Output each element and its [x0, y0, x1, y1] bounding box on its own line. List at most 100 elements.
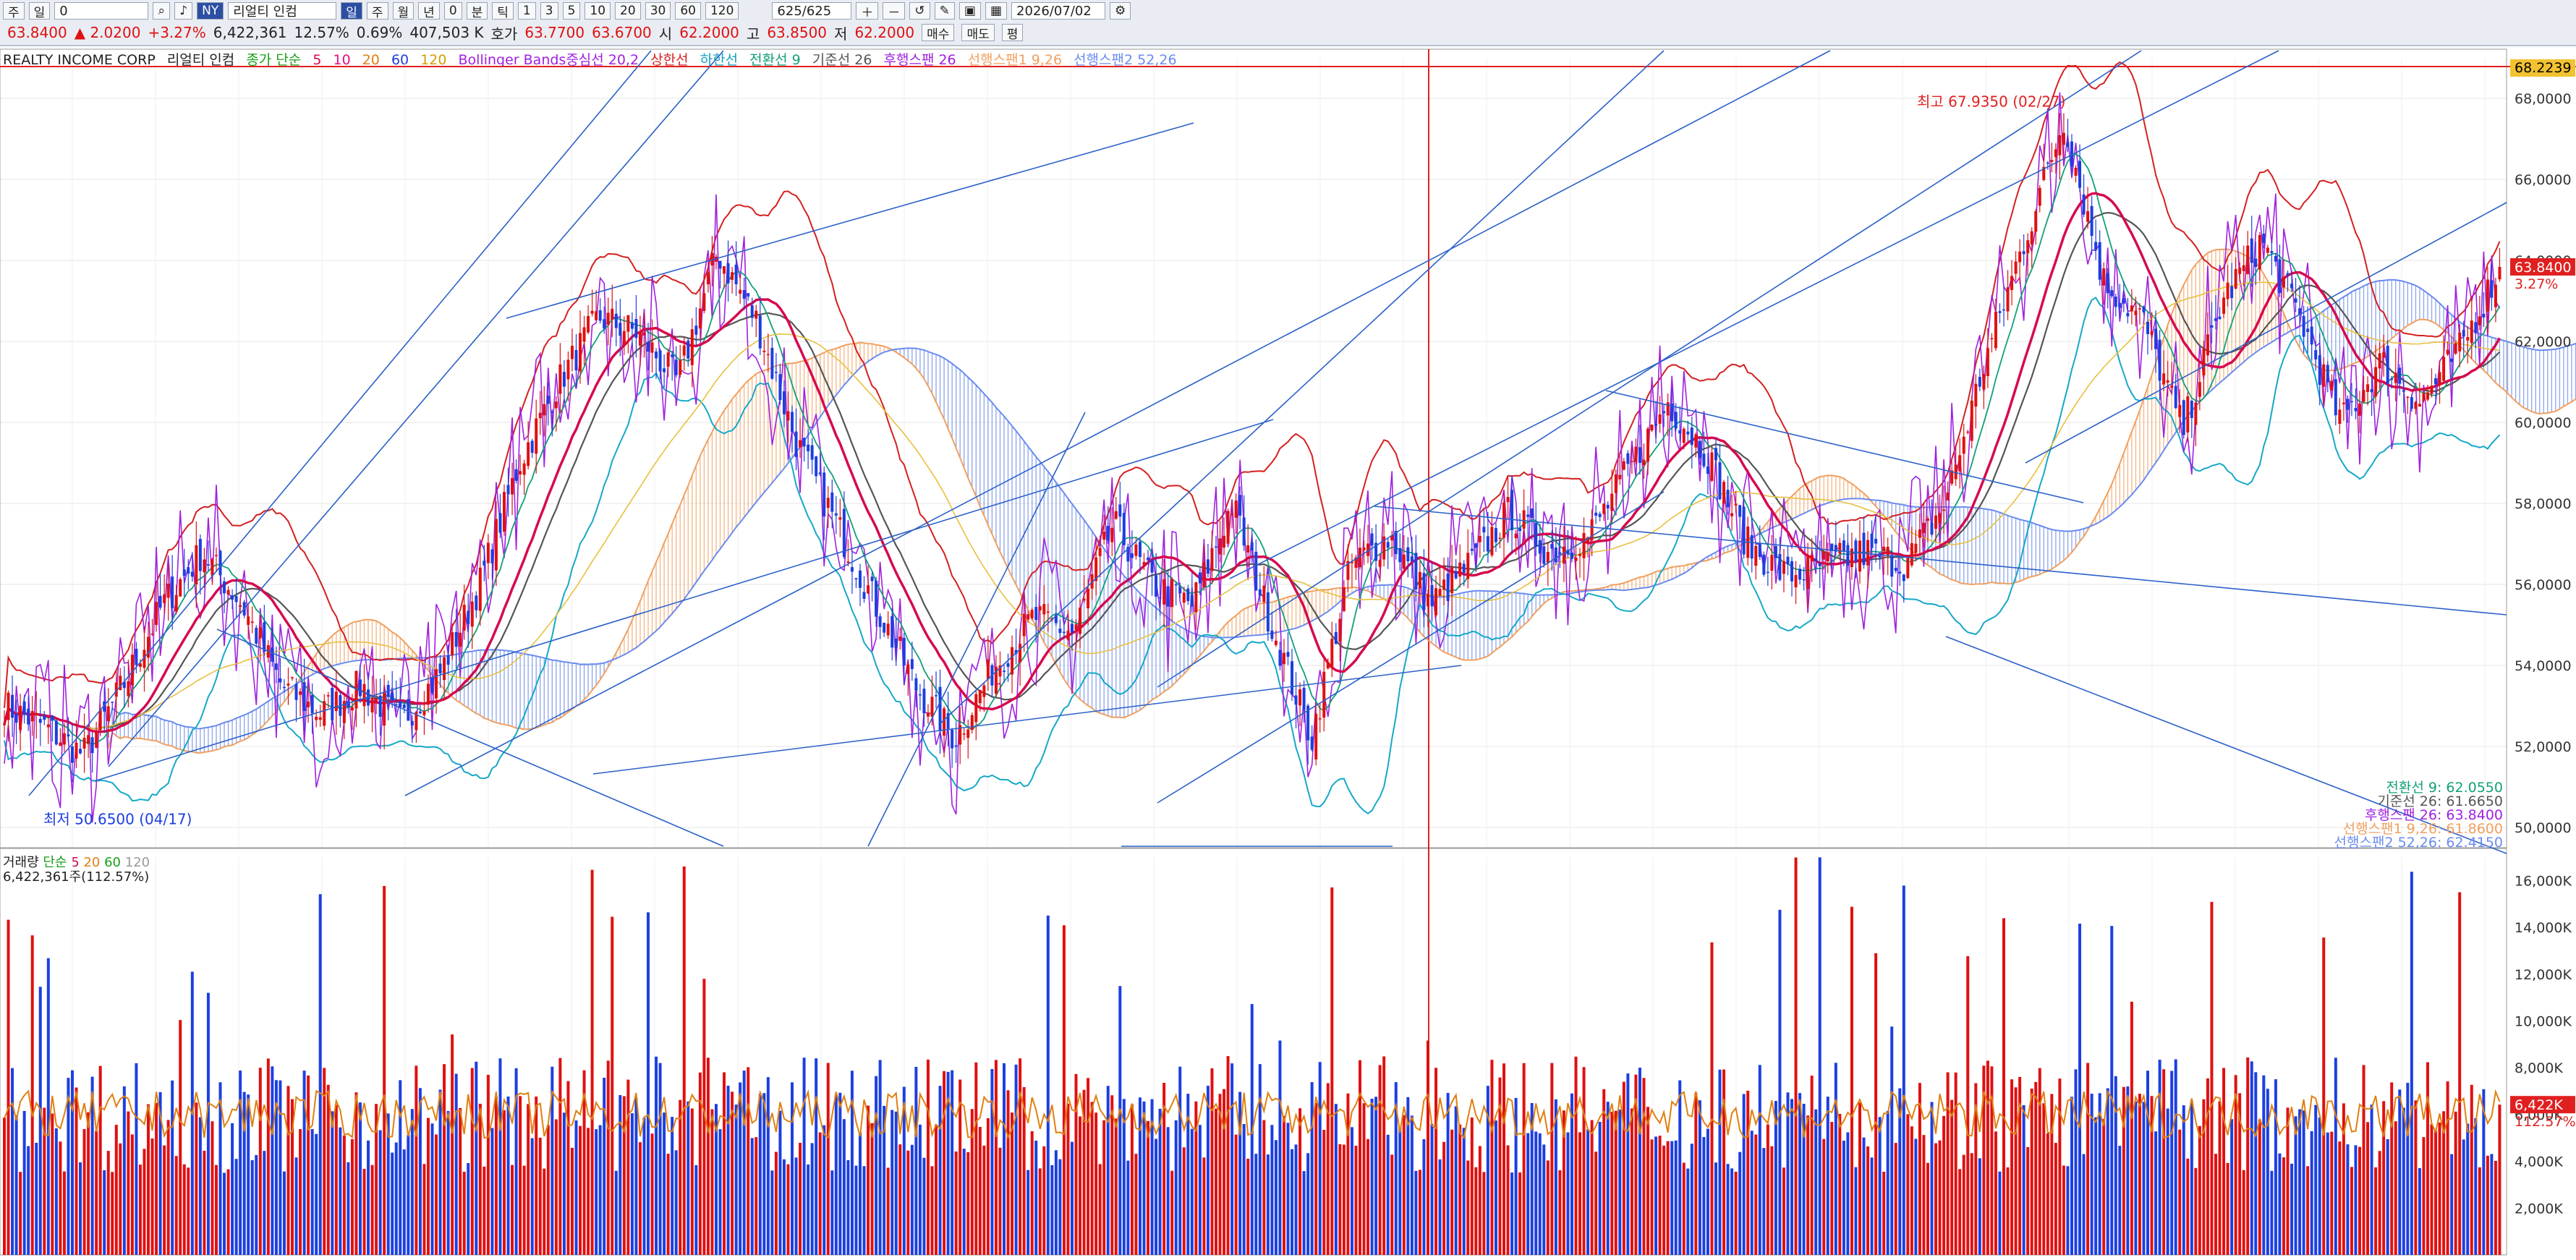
volume-bar [1182, 1147, 1186, 1255]
volume-bar [619, 1095, 622, 1255]
candle-body [2410, 397, 2413, 409]
candle-body [422, 711, 426, 715]
volume-bar [2034, 1081, 2038, 1255]
volume-bar [519, 1096, 522, 1255]
volume-bar [2086, 1063, 2090, 1255]
candle-body [223, 581, 226, 594]
candle-body [2454, 343, 2457, 354]
candle-body [1734, 503, 1738, 506]
volume-bar [1042, 1146, 1046, 1255]
volume-bar [1246, 1158, 1250, 1255]
volume-bar [2470, 1084, 2473, 1255]
volume-bar [422, 1164, 426, 1255]
candle-body [962, 733, 966, 735]
volume-bar [802, 1057, 806, 1255]
volume-bar [1574, 1056, 1578, 1255]
volume-bar [1446, 1092, 1450, 1255]
candle-body [622, 331, 626, 346]
candle-body [762, 350, 766, 352]
candle-body [1062, 631, 1066, 634]
volume-bar [1722, 1069, 1726, 1255]
volume-bar [486, 1074, 490, 1255]
volume-bar [1382, 1056, 1386, 1255]
trendline [940, 50, 1665, 724]
last-price-tag: 63.8400 [2515, 260, 2572, 276]
volume-bar [2062, 1165, 2065, 1255]
candle-body [846, 561, 850, 563]
volume-bar [998, 1147, 1002, 1255]
volume-bar [1502, 1063, 1505, 1255]
candle-body [1490, 527, 1494, 555]
price-axis-tick: 52,0000 [2515, 739, 2572, 755]
candle-body [558, 364, 562, 394]
volume-bar [242, 1091, 246, 1255]
candle-body [135, 648, 138, 665]
volume-bar [1934, 1143, 1938, 1255]
candle-body [1210, 548, 1214, 571]
candle-body [323, 701, 326, 726]
candle-body [1818, 563, 1822, 566]
candle-body [579, 333, 582, 372]
volume-bar [838, 1092, 842, 1255]
volume-bar [1434, 1068, 1438, 1255]
volume-bar [878, 1060, 882, 1255]
volume-bar [1734, 1171, 1738, 1255]
price-axis-tick: 60,0000 [2515, 415, 2572, 431]
volume-bar [2326, 1132, 2329, 1255]
candle-body [1482, 527, 1486, 533]
price-chart[interactable]: 68,000066,000064,000062,000060,000058,00… [0, 0, 2576, 1260]
candle-body [2010, 276, 2014, 291]
trendline [1605, 390, 2084, 503]
volume-bar [1606, 1102, 1610, 1255]
volume-bar [666, 1154, 670, 1255]
volume-bar [1450, 1129, 1454, 1255]
candle-body [739, 289, 742, 294]
volume-bar [2190, 1101, 2193, 1255]
candle-body [1914, 543, 1918, 553]
volume-bar [2286, 1107, 2290, 1255]
volume-bar [2002, 918, 2005, 1255]
volume-bar [1626, 1073, 1630, 1255]
volume-bar [1390, 1154, 1394, 1255]
candle-body [2030, 231, 2033, 245]
volume-bar [834, 1094, 838, 1255]
candle-body [1194, 582, 1198, 613]
candle-body [75, 742, 78, 759]
candle-body [1578, 554, 1582, 556]
candle-body [834, 513, 838, 516]
volume-bar [1242, 1123, 1246, 1255]
volume-bar [1838, 1114, 1842, 1255]
volume-bar [850, 1070, 854, 1255]
candle-body [2066, 142, 2070, 147]
candle-body [503, 492, 506, 532]
candle-body [642, 332, 646, 336]
candle-body [174, 595, 178, 612]
senkou2-line [107, 278, 2576, 730]
volume-bar [1358, 1060, 1361, 1255]
volume-bar [770, 1170, 774, 1255]
candle-body [1890, 555, 1894, 577]
trendline [1157, 491, 1665, 804]
candle-body [483, 561, 486, 566]
candle-body [1114, 511, 1118, 519]
volume-bar [2186, 1158, 2190, 1255]
volume-bar [59, 1141, 62, 1255]
candle-body [2170, 386, 2174, 388]
candle-body [1214, 546, 1217, 548]
volume-bar [1226, 1056, 1230, 1255]
candle-body [1978, 377, 1981, 387]
volume-bar [2114, 1076, 2117, 1255]
volume-bar [1926, 1162, 1929, 1255]
volume-bar [459, 1107, 462, 1255]
volume-bar [358, 1102, 362, 1255]
volume-bar [1354, 1145, 1358, 1255]
volume-bar [2422, 1137, 2426, 1255]
volume-bar [682, 866, 686, 1255]
candle-body [875, 580, 878, 617]
candle-body [299, 691, 302, 695]
candle-body [2270, 251, 2274, 253]
volume-bar [11, 1068, 14, 1255]
candle-body [14, 713, 18, 723]
volume-bar [2058, 1078, 2062, 1255]
volume-bar [279, 1080, 282, 1255]
